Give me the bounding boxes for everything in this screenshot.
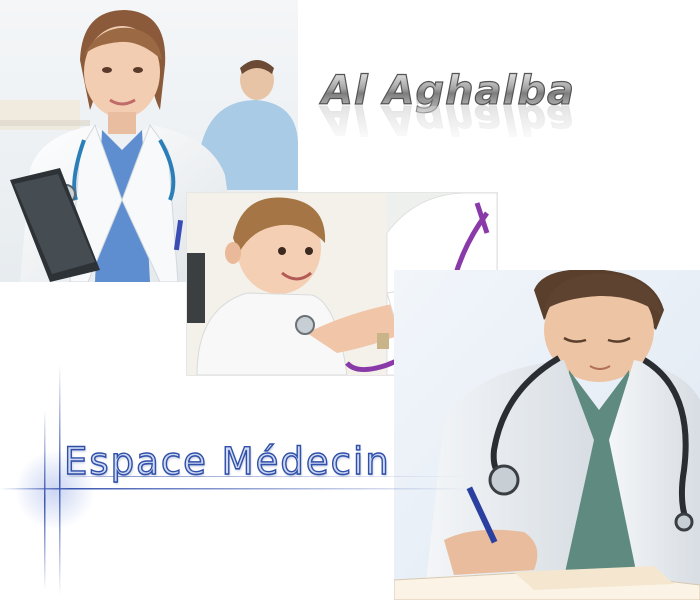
section-title: Espace Médecin — [63, 439, 391, 483]
brand-logo: Al Aghalba Al Aghalba — [318, 64, 688, 144]
